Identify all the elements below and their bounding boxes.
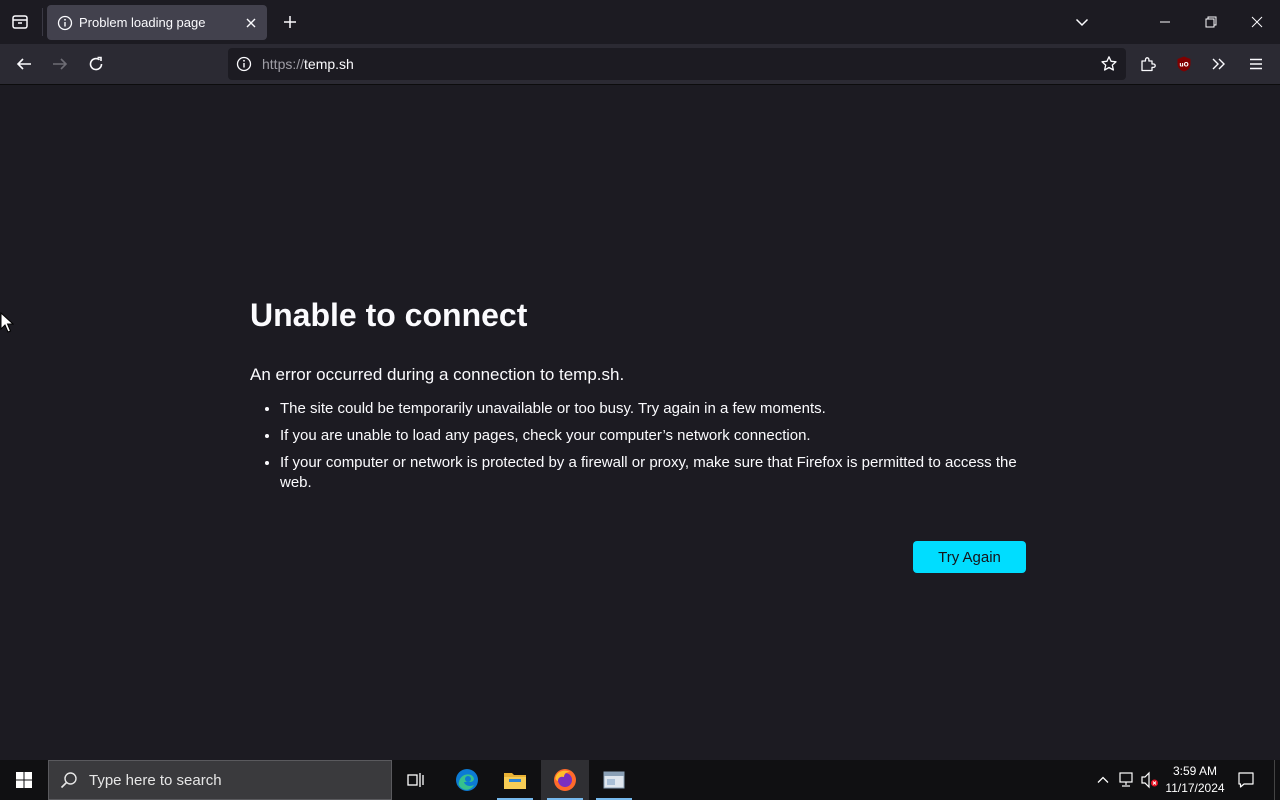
error-page: Unable to connect An error occurred duri… (250, 295, 1026, 573)
search-placeholder: Type here to search (89, 771, 222, 789)
task-view-icon[interactable] (392, 760, 440, 800)
windows-start-icon[interactable] (0, 760, 48, 800)
ublock-badge-text: uO (1179, 62, 1188, 69)
url-host: temp.sh (304, 56, 354, 72)
info-icon (57, 15, 73, 31)
tab-title: Problem loading page (79, 15, 206, 30)
show-desktop-button[interactable] (1274, 760, 1280, 800)
suggestion-item: The site could be temporarily unavailabl… (280, 399, 1026, 419)
tab-strip: Problem loading page (0, 0, 1280, 44)
error-description: An error occurred during a connection to… (250, 365, 625, 384)
url-text[interactable]: https://temp.sh (262, 56, 354, 72)
file-explorer-icon[interactable] (491, 760, 539, 800)
tab-problem-loading-page[interactable]: Problem loading page (47, 5, 267, 40)
tab-divider (42, 8, 43, 36)
bookmark-star-icon[interactable] (1098, 53, 1120, 75)
clock-date: 11/17/2024 (1165, 781, 1225, 795)
site-info-icon[interactable] (235, 55, 253, 73)
url-bar[interactable]: https://temp.sh (228, 48, 1126, 80)
ublock-origin-icon[interactable]: uO (1168, 48, 1200, 80)
show-hidden-icons-chevron-icon[interactable] (1093, 770, 1113, 790)
notifications-icon[interactable] (1232, 766, 1260, 794)
app-window-icon[interactable] (590, 760, 638, 800)
suggestion-list: The site could be temporarily unavailabl… (250, 399, 1026, 493)
extensions-puzzle-icon[interactable] (1132, 48, 1164, 80)
suggestion-item: If you are unable to load any pages, che… (280, 426, 1026, 446)
hamburger-menu-icon[interactable] (1240, 48, 1272, 80)
list-all-tabs-chevron-icon[interactable] (1068, 8, 1096, 36)
taskbar-search-box[interactable]: Type here to search (48, 760, 392, 800)
close-tab-icon[interactable] (239, 11, 263, 35)
network-icon[interactable] (1116, 770, 1136, 790)
error-title: Unable to connect (250, 297, 528, 333)
back-arrow-icon[interactable] (8, 48, 40, 80)
more-tools-chevrons-icon[interactable] (1203, 48, 1235, 80)
mouse-cursor-icon (0, 312, 14, 334)
forward-arrow-icon[interactable] (44, 48, 76, 80)
url-scheme: https:// (262, 56, 305, 72)
suggestion-item: If your computer or network is protected… (280, 453, 1026, 493)
firefox-view-icon[interactable] (4, 6, 36, 38)
page-content: Unable to connect An error occurred duri… (0, 85, 1280, 760)
minimize-window-icon[interactable] (1142, 0, 1188, 44)
system-clock[interactable]: 3:59 AM 11/17/2024 (1162, 763, 1228, 797)
navigation-toolbar: https://temp.sh uO (0, 44, 1280, 85)
restore-window-icon[interactable] (1188, 0, 1234, 44)
firefox-icon[interactable] (541, 760, 589, 800)
search-icon (59, 770, 79, 790)
volume-muted-icon[interactable] (1140, 770, 1160, 790)
windows-taskbar: Type here to search 3:59 AM 11/17/2024 (0, 760, 1280, 800)
new-tab-plus-icon[interactable] (276, 8, 304, 36)
edge-browser-icon[interactable] (443, 760, 491, 800)
try-again-button[interactable]: Try Again (913, 541, 1026, 573)
clock-time: 3:59 AM (1172, 764, 1218, 778)
close-window-icon[interactable] (1234, 0, 1280, 44)
reload-icon[interactable] (80, 48, 112, 80)
